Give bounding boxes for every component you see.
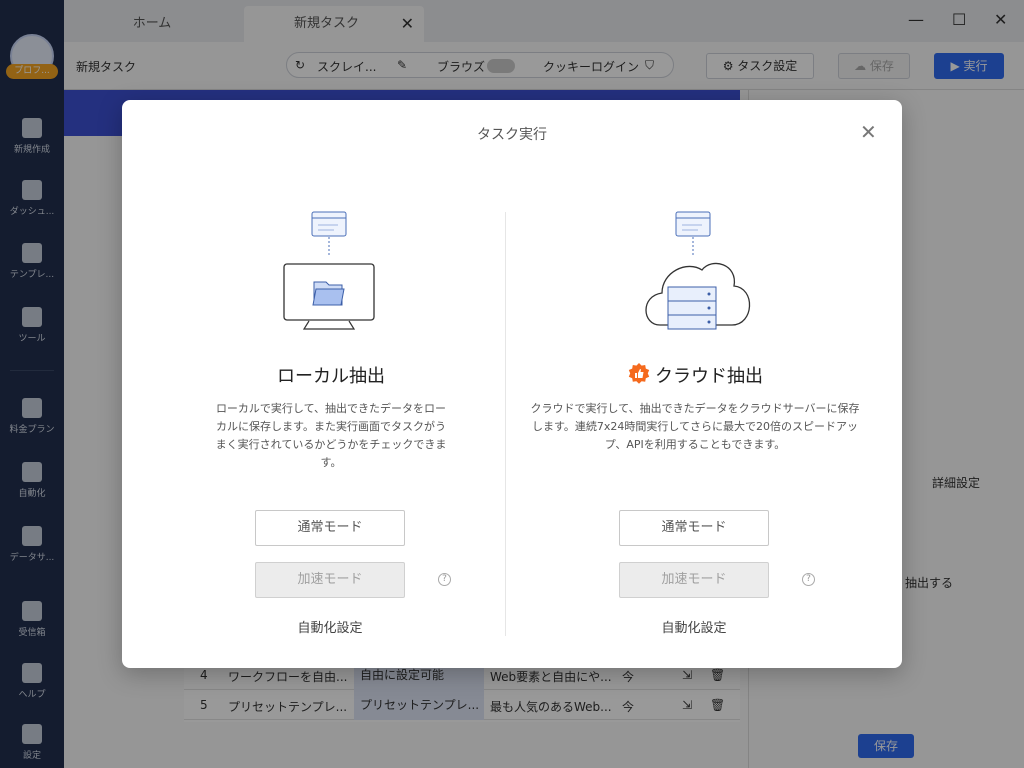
help-icon[interactable]: ?: [438, 573, 451, 586]
local-computer-illustration: [283, 211, 375, 330]
cloud-extraction-description: クラウドで実行して、抽出できたデータをクラウドサーバーに保存します。連続7x24…: [530, 402, 860, 451]
local-normal-mode-button[interactable]: 通常モード: [255, 510, 405, 546]
cloud-automation-settings-link[interactable]: 自動化設定: [619, 617, 769, 636]
cloud-normal-mode-button[interactable]: 通常モード: [619, 510, 769, 546]
help-icon[interactable]: ?: [802, 573, 815, 586]
cloud-extraction-title-text: クラウド抽出: [655, 366, 763, 387]
cloud-extraction-option: クラウド抽出 クラウドで実行して、抽出できたデータをクラウドサーバーに保存します…: [510, 100, 880, 668]
cloud-fast-mode-button[interactable]: 加速モード: [619, 562, 769, 598]
local-extraction-title: ローカル抽出: [277, 366, 385, 387]
recommended-badge-icon: [628, 363, 650, 384]
local-fast-mode-button[interactable]: 加速モード: [255, 562, 405, 598]
run-task-dialog: タスク実行 ✕ ローカル抽出 ローカルで実行して、抽出できたデータをローカルに保…: [122, 100, 902, 668]
cloud-extraction-title: クラウド抽出: [510, 362, 880, 388]
local-extraction-option: ローカル抽出 ローカルで実行して、抽出できたデータをローカルに保存します。また実…: [146, 100, 516, 668]
cloud-server-illustration: [645, 211, 751, 330]
local-extraction-description: ローカルで実行して、抽出できたデータをローカルに保存します。また実行画面でタスク…: [215, 402, 447, 469]
local-automation-settings-link[interactable]: 自動化設定: [255, 617, 405, 636]
